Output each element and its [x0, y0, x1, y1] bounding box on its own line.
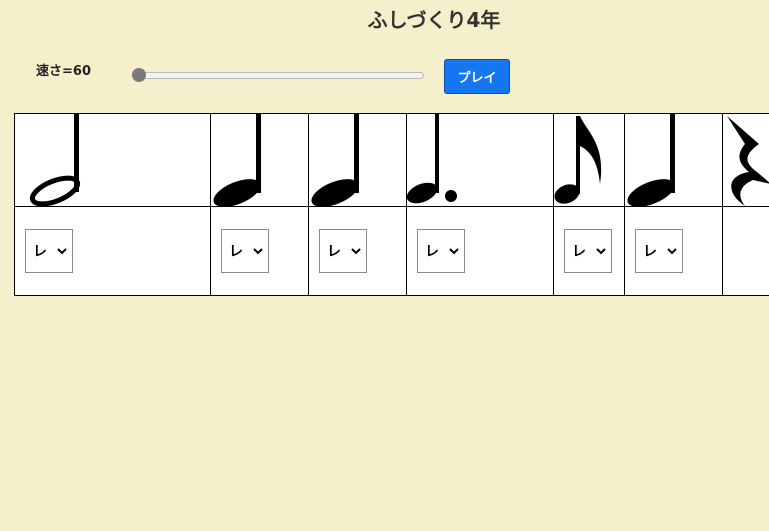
eighth-note-icon	[554, 116, 602, 204]
pitch-selects-row: レ レ レ レ レ レ	[14, 206, 769, 296]
pitch-select-value: レ	[229, 244, 243, 260]
select-cell: レ	[14, 206, 211, 296]
chevron-down-icon	[667, 248, 677, 255]
pitch-select[interactable]: レ	[564, 229, 612, 273]
select-cell: レ	[553, 206, 625, 296]
play-button[interactable]: プレイ	[444, 59, 510, 94]
speed-slider[interactable]	[132, 68, 424, 82]
speed-slider-track[interactable]	[134, 72, 424, 79]
pitch-select-value: レ	[643, 244, 657, 260]
half-note-icon	[29, 114, 81, 206]
pitch-select[interactable]: レ	[221, 229, 269, 273]
chevron-down-icon	[449, 248, 459, 255]
chevron-down-icon	[57, 248, 67, 255]
select-cell: レ	[308, 206, 407, 296]
select-cell: レ	[406, 206, 554, 296]
pitch-select[interactable]: レ	[319, 229, 367, 273]
pitch-select-value: レ	[327, 244, 341, 260]
note-cell	[553, 113, 625, 207]
pitch-select-value: レ	[425, 244, 439, 260]
select-cell-empty	[722, 206, 769, 296]
pitch-select-value: レ	[572, 244, 586, 260]
quarter-rest-icon	[727, 116, 769, 206]
note-cell	[624, 113, 723, 207]
quarter-note-icon	[311, 114, 359, 206]
note-cell	[406, 113, 554, 207]
select-cell: レ	[210, 206, 309, 296]
note-cell	[308, 113, 407, 207]
notes-row	[14, 113, 769, 207]
pitch-select-value: レ	[33, 244, 47, 260]
note-cell	[14, 113, 211, 207]
speed-slider-thumb[interactable]	[132, 68, 146, 82]
chevron-down-icon	[596, 248, 606, 255]
app-page: ふしづくり4年 速さ=60 プレイ レ レ レ レ レ レ	[0, 0, 769, 531]
score-table: レ レ レ レ レ レ	[14, 113, 769, 296]
chevron-down-icon	[253, 248, 263, 255]
quarter-note-icon	[213, 114, 261, 206]
pitch-select[interactable]: レ	[417, 229, 465, 273]
note-cell	[722, 113, 769, 207]
pitch-select[interactable]: レ	[635, 229, 683, 273]
dotted-quarter-note-icon	[407, 114, 457, 204]
chevron-down-icon	[351, 248, 361, 255]
pitch-select[interactable]: レ	[25, 229, 73, 273]
page-title: ふしづくり4年	[367, 8, 501, 32]
quarter-note-icon	[627, 114, 675, 206]
note-cell	[210, 113, 309, 207]
select-cell: レ	[624, 206, 723, 296]
speed-label: 速さ=60	[36, 64, 91, 79]
